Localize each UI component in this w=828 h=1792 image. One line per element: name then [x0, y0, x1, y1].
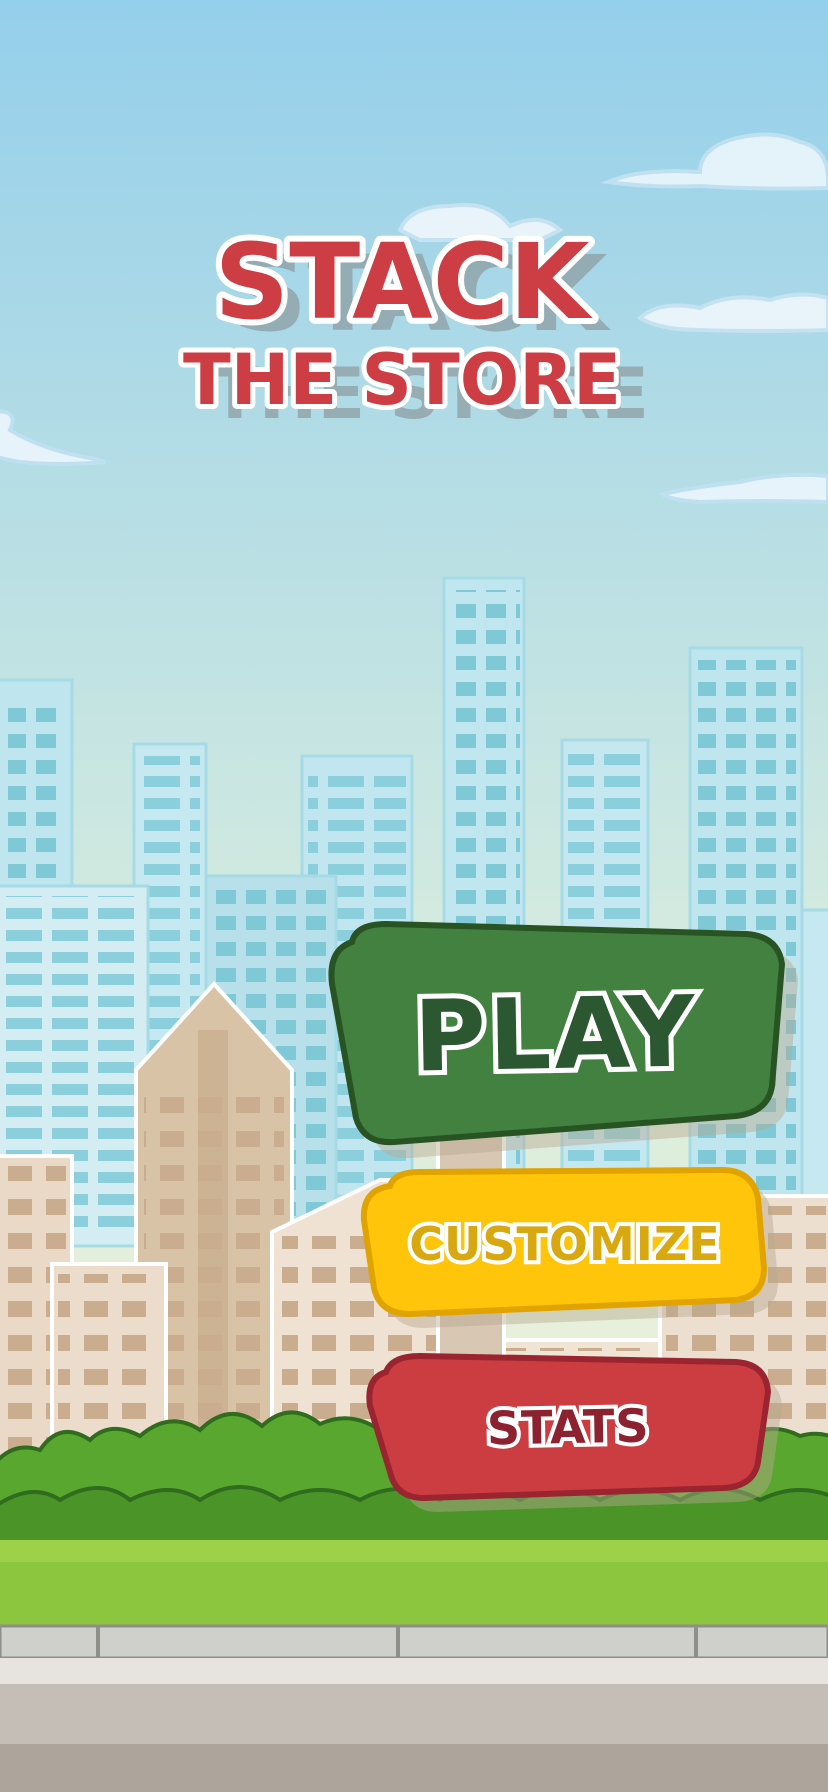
play-button[interactable]: PLAY — [326, 920, 798, 1159]
stats-label: STATS — [482, 1395, 653, 1460]
customize-label: CUSTOMIZE — [405, 1213, 723, 1275]
stats-button[interactable]: STATS — [364, 1352, 782, 1512]
title-line2: THE STORE — [183, 339, 621, 421]
title-line1: STACK — [214, 221, 593, 343]
customize-button[interactable]: CUSTOMIZE — [360, 1166, 778, 1328]
sidewalk — [0, 1624, 828, 1792]
game-logo: STACK THE STORE STACK THE STORE — [0, 0, 828, 460]
play-label: PLAY — [408, 971, 704, 1100]
